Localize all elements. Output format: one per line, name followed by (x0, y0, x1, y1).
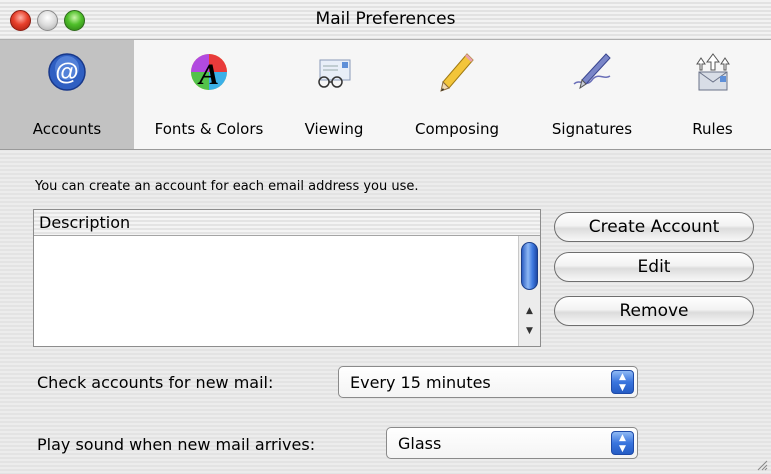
tab-label: Rules (692, 120, 733, 138)
pencil-icon (440, 53, 474, 92)
tab-signatures[interactable]: Signatures (530, 40, 654, 149)
accounts-pane: You can create an account for each email… (0, 151, 771, 474)
tab-label: Signatures (551, 120, 633, 138)
accounts-list[interactable]: Description ▲ ▼ (33, 209, 541, 347)
window-title: Mail Preferences (315, 9, 456, 29)
edit-button[interactable]: Edit (554, 252, 754, 282)
list-scrollbar[interactable]: ▲ ▼ (518, 236, 540, 346)
resize-grip-icon[interactable] (756, 459, 768, 471)
svg-text:@: @ (55, 59, 78, 86)
tab-label: Viewing (304, 120, 364, 138)
accounts-hint: You can create an account for each email… (35, 179, 419, 194)
tab-accounts[interactable]: @ Accounts (0, 40, 134, 149)
rules-arrows-icon (695, 53, 730, 91)
sound-value: Glass (398, 434, 442, 453)
svg-text:A: A (197, 58, 219, 91)
glasses-envelope-icon (318, 59, 351, 88)
sound-label: Play sound when new mail arrives: (37, 435, 316, 454)
font-color-icon: A (191, 54, 227, 91)
remove-button[interactable]: Remove (554, 296, 754, 326)
sound-popup[interactable]: Glass ▲ ▼ (386, 427, 638, 459)
at-sign-icon: @ (48, 53, 86, 91)
description-column-header[interactable]: Description (34, 210, 540, 236)
scroll-down-arrow-icon[interactable]: ▼ (519, 326, 540, 336)
tab-label: Accounts (32, 120, 102, 138)
scroll-thumb[interactable] (521, 242, 538, 290)
tab-fonts-colors[interactable]: A Fonts & Colors (134, 40, 284, 149)
check-mail-popup[interactable]: Every 15 minutes ▲ ▼ (338, 366, 638, 398)
tab-rules[interactable]: Rules (654, 40, 771, 149)
preferences-toolbar: @ Accounts A Fonts & Colors Viewing Comp… (0, 40, 771, 150)
tab-viewing[interactable]: Viewing (284, 40, 384, 149)
title-bar: Mail Preferences (0, 0, 771, 40)
tab-label: Fonts & Colors (154, 120, 264, 138)
pen-signature-icon (573, 53, 611, 90)
scroll-up-arrow-icon[interactable]: ▲ (519, 306, 540, 316)
create-account-button[interactable]: Create Account (554, 212, 754, 242)
tab-label: Composing (415, 120, 499, 138)
check-mail-value: Every 15 minutes (350, 373, 491, 392)
popup-arrows-icon: ▲ ▼ (611, 431, 634, 455)
check-mail-label: Check accounts for new mail: (37, 373, 274, 392)
tab-composing[interactable]: Composing (384, 40, 530, 149)
popup-arrows-icon: ▲ ▼ (611, 370, 634, 394)
